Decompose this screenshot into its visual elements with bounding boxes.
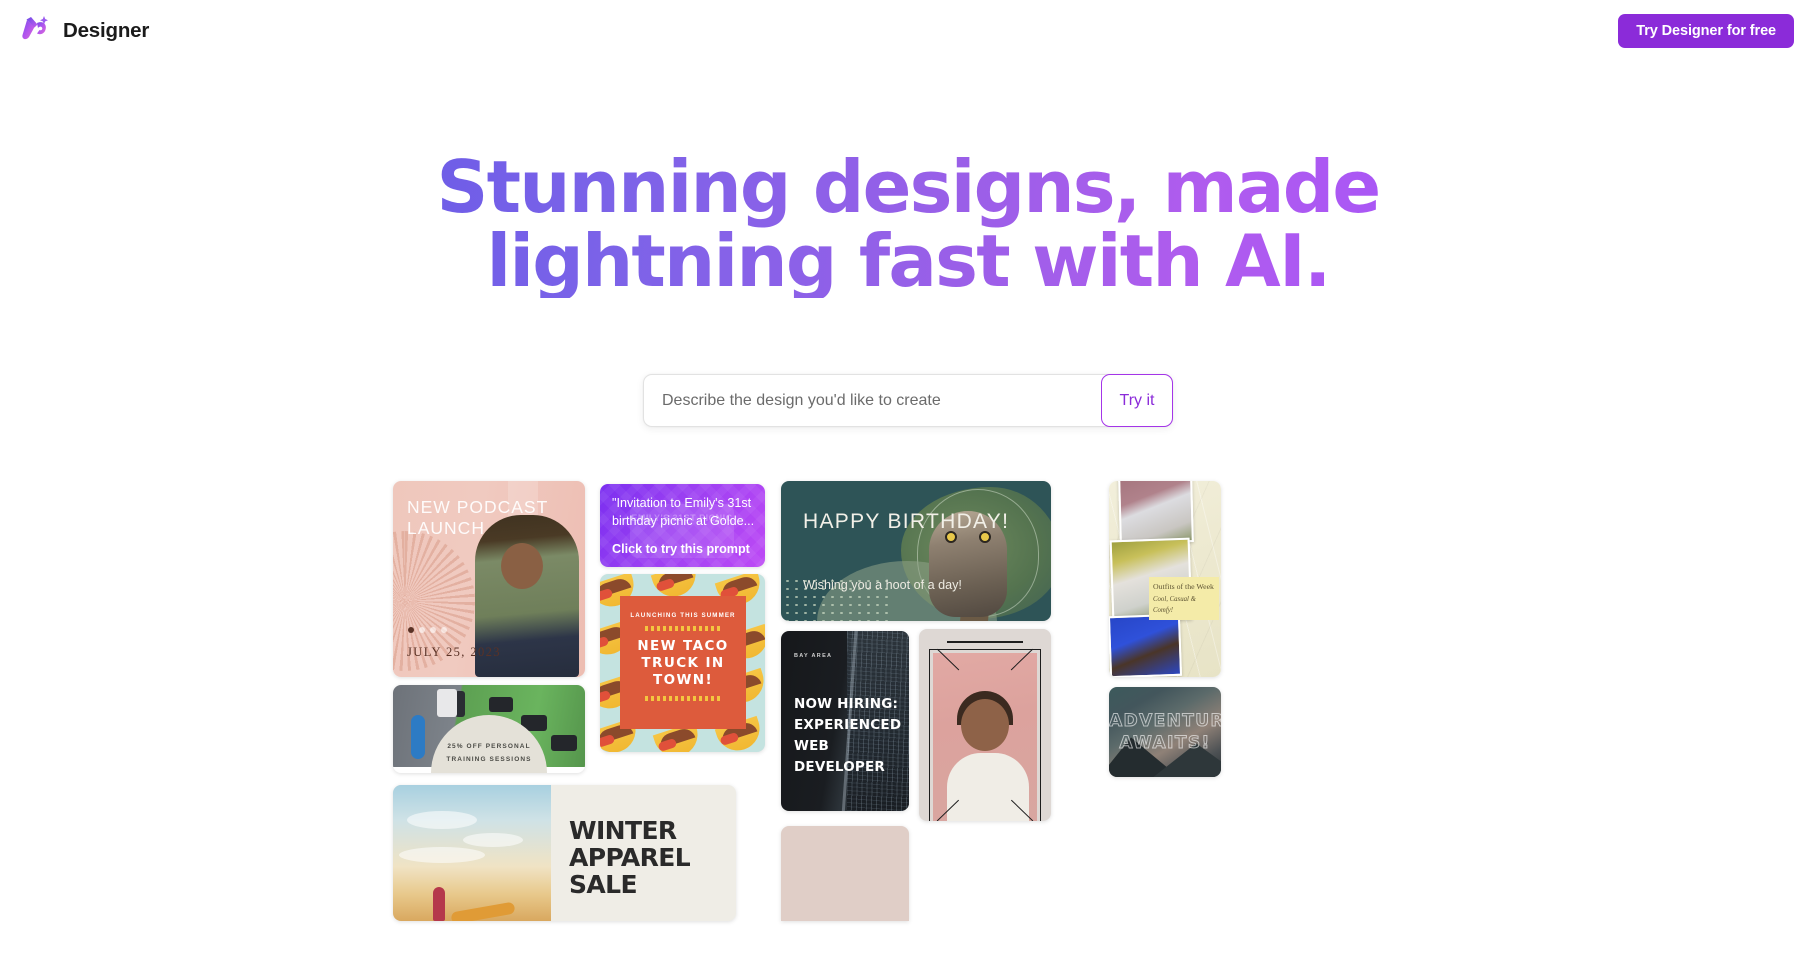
fashion-card-label: Outfits of the Week Cool, Casual & Comfy… <box>1149 577 1219 620</box>
birthday-card-subtitle: Wishing you a hoot of a day! <box>803 578 962 593</box>
brand[interactable]: Designer <box>18 14 149 48</box>
fashion-photo-3 <box>1109 614 1183 678</box>
brand-name: Designer <box>63 19 150 42</box>
gallery-card-birthday-owl[interactable]: HAPPY BIRTHDAY! Wishing you a hoot of a … <box>781 481 1051 622</box>
template-gallery: NEW PODCAST LAUNCH JULY 25, 2023 EMILY'S… <box>393 481 1423 922</box>
taco-card-panel: LAUNCHING THIS SUMMER NEW TACO TRUCK IN … <box>620 596 746 730</box>
squiggle-divider-top <box>645 626 721 632</box>
designer-brush-icon <box>18 14 52 48</box>
winter-card-title: WINTER APPAREL SALE <box>569 816 691 900</box>
snowboarder-photo <box>393 785 551 922</box>
snowboard <box>450 901 516 922</box>
host-face <box>501 543 543 590</box>
gallery-card-taco[interactable]: LAUNCHING THIS SUMMER NEW TACO TRUCK IN … <box>600 574 765 753</box>
adventure-card-title: ADVENTURE AWAITS! <box>1109 711 1221 754</box>
gallery-card-pink-partial[interactable] <box>781 826 909 922</box>
taco-card-title: NEW TACO TRUCK IN TOWN! <box>637 638 729 688</box>
gallery-card-hiring[interactable]: BAY AREA NOW HIRING: EXPERIENCED WEB DEV… <box>781 631 909 812</box>
prompt-input[interactable] <box>644 375 1101 427</box>
prompt-card-quote: "Invitation to Emily's 31st birthday pic… <box>612 496 755 529</box>
winter-title-line3: SALE <box>569 870 638 900</box>
gallery-card-adventure[interactable]: ADVENTURE AWAITS! <box>1109 687 1221 778</box>
fitness-caption-line2: TRAINING SESSIONS <box>446 755 532 763</box>
fashion-photo-1 <box>1118 481 1194 545</box>
gallery-card-baby-portrait[interactable] <box>919 629 1051 822</box>
headline-line-2: fast with AI. <box>858 219 1330 304</box>
prompt-bar[interactable]: Try it <box>643 374 1173 428</box>
adventure-title-line2: AWAITS! <box>1119 732 1211 753</box>
birthday-card-title: HAPPY BIRTHDAY! <box>803 510 1010 534</box>
prompt-card-cta[interactable]: Click to try this prompt <box>612 542 750 556</box>
app-header: Designer Try Designer for free <box>0 0 1816 62</box>
taco-card-kicker: LAUNCHING THIS SUMMER <box>630 612 736 620</box>
fashion-label-sub: Cool, Casual & Comfy! <box>1153 595 1196 615</box>
hiring-title-line1: NOW HIRING: <box>794 696 899 713</box>
gallery-card-podcast[interactable]: NEW PODCAST LAUNCH JULY 25, 2023 <box>393 481 585 678</box>
try-it-button[interactable]: Try it <box>1101 374 1173 428</box>
adventure-title-line1: ADVENTURE <box>1109 711 1221 732</box>
hiring-card-kicker: BAY AREA <box>794 653 833 660</box>
hiring-title-line3: WEB DEVELOPER <box>794 738 886 776</box>
carousel-dots <box>408 627 447 634</box>
gallery-card-fashion-collage[interactable]: Outfits of the Week Cool, Casual & Comfy… <box>1109 481 1221 678</box>
hero-section: Stunning designs, made lightning fast wi… <box>0 150 1816 298</box>
winter-title-line1: WINTER <box>569 816 677 846</box>
gallery-card-winter-sale[interactable]: WINTER APPAREL SALE <box>393 785 736 922</box>
snowboarder-figure <box>433 887 445 922</box>
winter-title-line2: APPAREL <box>569 843 691 873</box>
gallery-card-fitness[interactable]: 25% OFF PERSONAL TRAINING SESSIONS <box>393 685 585 774</box>
podcast-card-title: NEW PODCAST LAUNCH <box>407 497 548 538</box>
fashion-label-title: Outfits of the Week <box>1153 582 1214 592</box>
portrait-frame <box>929 649 1041 822</box>
page-title: Stunning designs, made lightning fast wi… <box>393 150 1423 298</box>
prompt-bar-wrapper: Try it <box>643 374 1173 428</box>
podcast-card-date: JULY 25, 2023 <box>407 645 501 660</box>
gallery-card-prompt[interactable]: EMILY'S 31ST PICNIC "Invitation to Emily… <box>600 484 765 568</box>
squiggle-divider-bottom <box>645 695 721 701</box>
fitness-caption-line1: 25% OFF PERSONAL <box>447 743 531 751</box>
hiring-title-line2: EXPERIENCED <box>794 717 902 734</box>
try-designer-for-free-button[interactable]: Try Designer for free <box>1618 14 1794 48</box>
hiring-card-title: NOW HIRING: EXPERIENCED WEB DEVELOPER <box>794 694 909 778</box>
